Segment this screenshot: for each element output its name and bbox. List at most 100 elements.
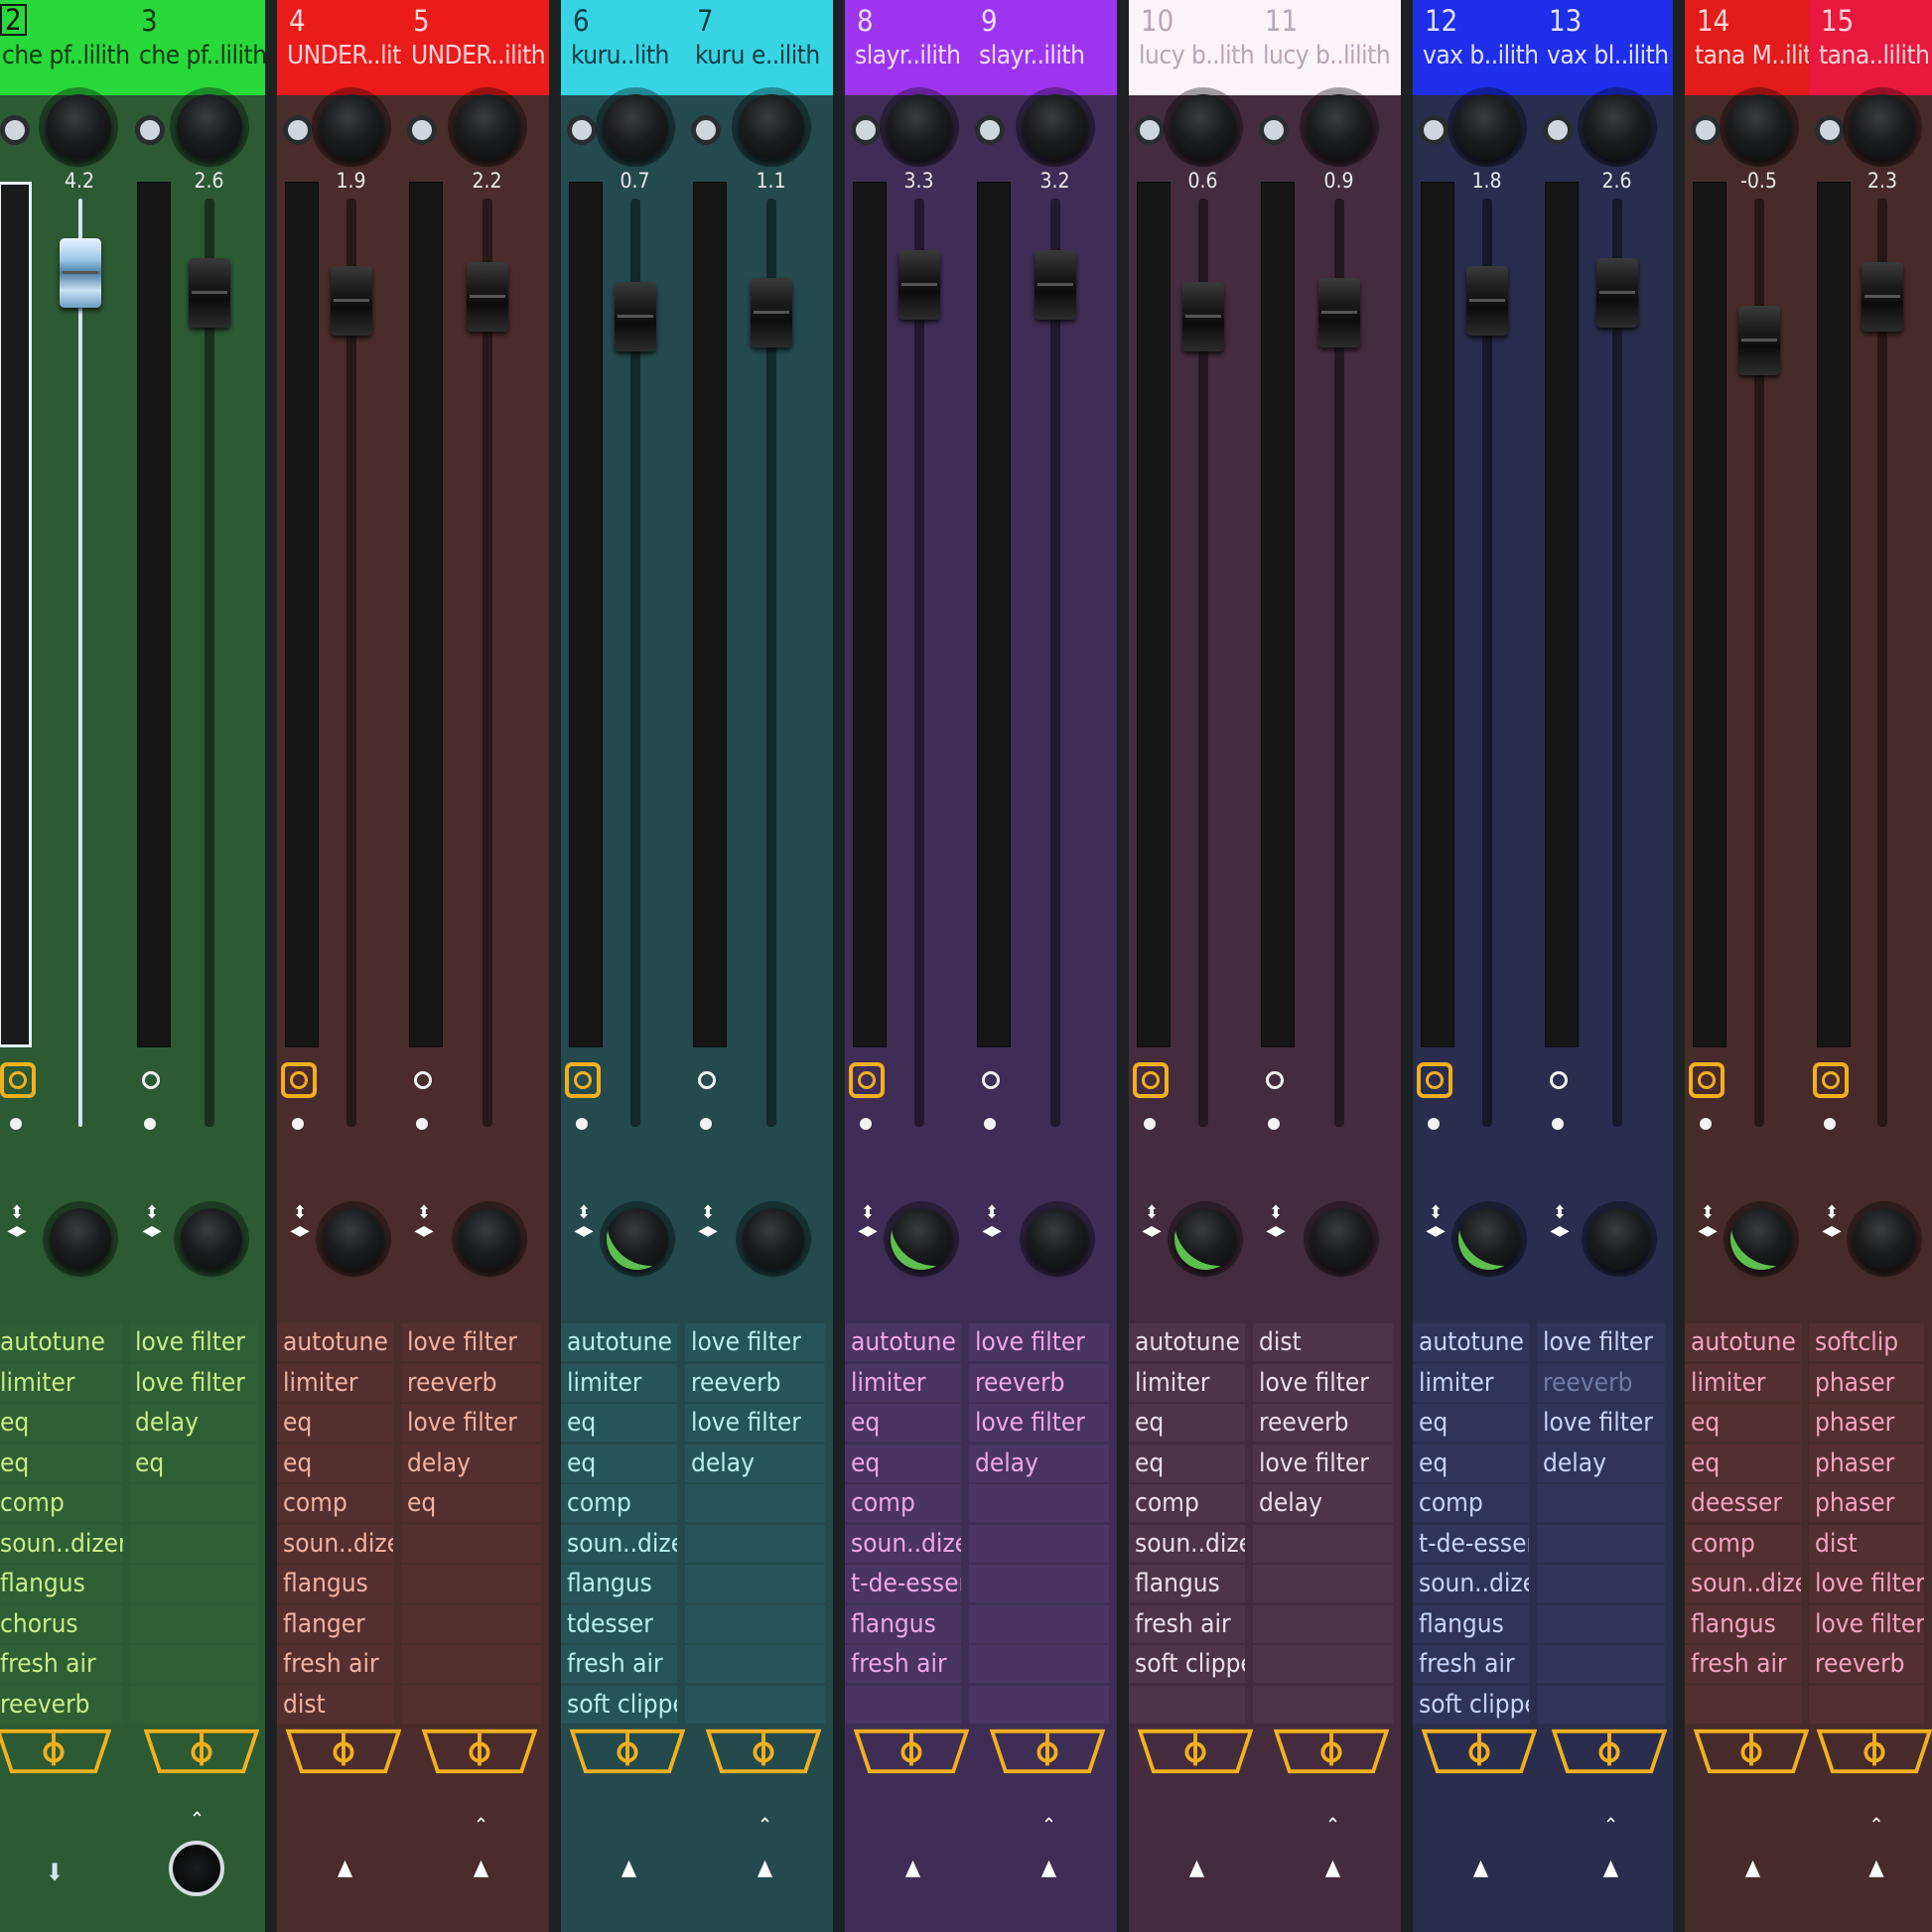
effect-slot[interactable]: t-de-esser	[845, 1565, 961, 1602]
pan-knob[interactable]	[1854, 1208, 1915, 1270]
effect-slot[interactable]: limiter	[1685, 1363, 1801, 1402]
effect-slot[interactable]: phaser	[1809, 1363, 1924, 1402]
effect-slot[interactable]: autotune	[0, 1323, 123, 1361]
stereo-swap-icon[interactable]: ⬍ ◀▶	[693, 1204, 723, 1254]
effect-slot[interactable]: eq	[845, 1404, 961, 1442]
volume-fader[interactable]	[897, 250, 940, 320]
empty-effect-slot[interactable]	[685, 1645, 825, 1683]
empty-effect-slot[interactable]	[401, 1604, 541, 1643]
pan-knob[interactable]	[180, 1208, 242, 1270]
stereo-swap-icon[interactable]: ⬍ ◀▶	[1421, 1204, 1450, 1254]
stereo-swap-icon[interactable]: ⬍ ◀▶	[1817, 1204, 1847, 1254]
empty-effect-slot[interactable]	[969, 1484, 1109, 1522]
effect-slot[interactable]: dist	[1809, 1524, 1924, 1563]
automation-clock-button[interactable]	[405, 1062, 441, 1098]
mixer-track-8[interactable]: 8 slayr..ilith 3.3 ⬍ ◀▶ autotune limiter eq eq co…	[833, 0, 969, 1932]
volume-fader[interactable]	[1465, 266, 1508, 336]
effect-slot[interactable]: autotune	[277, 1323, 393, 1361]
effect-slot[interactable]: love filter	[129, 1323, 257, 1361]
empty-effect-slot[interactable]	[1537, 1604, 1665, 1643]
effect-slot[interactable]: autotune	[1413, 1323, 1529, 1361]
automation-clock-button[interactable]	[1257, 1062, 1293, 1098]
effect-slot[interactable]: flangus	[1413, 1604, 1529, 1643]
effect-slot[interactable]: love filter	[1537, 1323, 1665, 1361]
empty-effect-slot[interactable]	[1685, 1685, 1801, 1724]
empty-effect-slot[interactable]	[129, 1524, 257, 1563]
effect-slot[interactable]: reeverb	[1809, 1645, 1924, 1683]
effect-slot[interactable]: comp	[277, 1484, 393, 1522]
chevron-up-icon[interactable]: ⌃	[1318, 1815, 1348, 1835]
empty-effect-slot[interactable]	[129, 1645, 257, 1683]
effect-slot[interactable]: autotune	[561, 1323, 677, 1361]
effect-slot[interactable]: comp	[0, 1484, 123, 1522]
pan-knob[interactable]	[322, 1208, 384, 1270]
effect-slot[interactable]: eq	[1129, 1404, 1245, 1442]
chevron-up-icon[interactable]: ⌃	[183, 1809, 212, 1829]
effect-slot[interactable]: fresh air	[1129, 1604, 1245, 1643]
effect-slot[interactable]: reeverb	[1253, 1404, 1393, 1442]
arrow-up-icon[interactable]: ▲	[1738, 1858, 1768, 1879]
track-header[interactable]: 11 lucy b..lilith	[1253, 0, 1401, 95]
effect-slot[interactable]: love filter	[1253, 1363, 1393, 1402]
effect-slot[interactable]: eq	[1413, 1444, 1529, 1482]
send-toggle-button[interactable]	[1815, 115, 1845, 145]
effect-slot[interactable]: comp	[1129, 1484, 1245, 1522]
empty-effect-slot[interactable]	[1809, 1685, 1924, 1724]
volume-fader[interactable]	[330, 266, 372, 336]
track-header[interactable]: 15 tana..lilith	[1809, 0, 1932, 95]
arrow-up-icon[interactable]: ▲	[1182, 1858, 1212, 1879]
empty-effect-slot[interactable]	[1537, 1645, 1665, 1683]
send-toggle-button[interactable]	[691, 115, 721, 145]
record-arm-dot[interactable]	[700, 1118, 712, 1130]
effect-slot[interactable]: flangus	[0, 1565, 123, 1602]
effect-slot[interactable]: soun..dizer	[1413, 1565, 1529, 1602]
volume-knob[interactable]	[1453, 94, 1520, 160]
volume-knob[interactable]	[738, 94, 804, 160]
volume-knob[interactable]	[1850, 94, 1915, 160]
mixer-track-12[interactable]: 12 vax b..ilith 1.8 ⬍ ◀▶ autotune limiter eq eq c…	[1401, 0, 1537, 1932]
effect-slot[interactable]: love filter	[1809, 1565, 1924, 1602]
volume-knob[interactable]	[46, 94, 111, 160]
pan-knob[interactable]	[1173, 1208, 1236, 1270]
mixer-track-5[interactable]: 5 UNDER..ilith 2.2 ⬍ ◀▶ love filter reeverb lov…	[401, 0, 549, 1932]
record-arm-dot[interactable]	[860, 1118, 872, 1130]
effect-slot[interactable]: reeverb	[401, 1363, 541, 1402]
chevron-up-icon[interactable]: ⌃	[467, 1815, 496, 1835]
effect-slot[interactable]: phaser	[1809, 1404, 1924, 1442]
pan-knob[interactable]	[1457, 1208, 1520, 1270]
volume-knob[interactable]	[176, 94, 242, 160]
volume-knob[interactable]	[886, 94, 952, 160]
empty-effect-slot[interactable]	[685, 1604, 825, 1643]
automation-clock-button[interactable]	[973, 1062, 1009, 1098]
empty-effect-slot[interactable]	[1537, 1484, 1665, 1522]
effect-slot[interactable]: love filter	[685, 1323, 825, 1361]
arrow-up-icon[interactable]: ▲	[331, 1858, 360, 1879]
effect-slot[interactable]: reeverb	[1537, 1363, 1665, 1402]
route-send-icon[interactable]	[1273, 1727, 1389, 1775]
route-send-icon[interactable]	[989, 1727, 1105, 1775]
effect-slot[interactable]: comp	[1685, 1524, 1801, 1563]
record-arm-dot[interactable]	[144, 1118, 156, 1130]
effect-slot[interactable]: love filter	[969, 1323, 1109, 1361]
send-toggle-button[interactable]	[0, 115, 30, 145]
effect-slot[interactable]: flangus	[1129, 1565, 1245, 1602]
effect-slot[interactable]: fresh air	[1413, 1645, 1529, 1683]
effect-slot[interactable]: soft clipper	[1413, 1685, 1529, 1724]
effect-slot[interactable]: tdesser	[561, 1604, 677, 1643]
effect-slot[interactable]: reeverb	[969, 1363, 1109, 1402]
arrow-up-icon[interactable]: ▲	[1318, 1858, 1348, 1879]
track-header[interactable]: 9 slayr..ilith	[969, 0, 1117, 95]
volume-fader[interactable]	[60, 238, 101, 308]
effect-slot[interactable]: love filter	[401, 1404, 541, 1442]
stereo-swap-icon[interactable]: ⬍ ◀▶	[137, 1204, 167, 1254]
stereo-swap-icon[interactable]: ⬍ ◀▶	[2, 1204, 32, 1254]
record-arm-dot[interactable]	[1428, 1118, 1440, 1130]
mixer-track-6[interactable]: 6 kuru..lith 0.7 ⬍ ◀▶ autotune limiter eq eq comp…	[549, 0, 685, 1932]
effect-slot[interactable]: eq	[1413, 1404, 1529, 1442]
effect-slot[interactable]: love filter	[685, 1404, 825, 1442]
empty-effect-slot[interactable]	[129, 1685, 257, 1724]
effect-slot[interactable]: eq	[0, 1404, 123, 1442]
effect-slot[interactable]: love filter	[969, 1404, 1109, 1442]
arrow-up-icon[interactable]: ▲	[1466, 1858, 1496, 1879]
effect-slot[interactable]: fresh air	[277, 1645, 393, 1683]
